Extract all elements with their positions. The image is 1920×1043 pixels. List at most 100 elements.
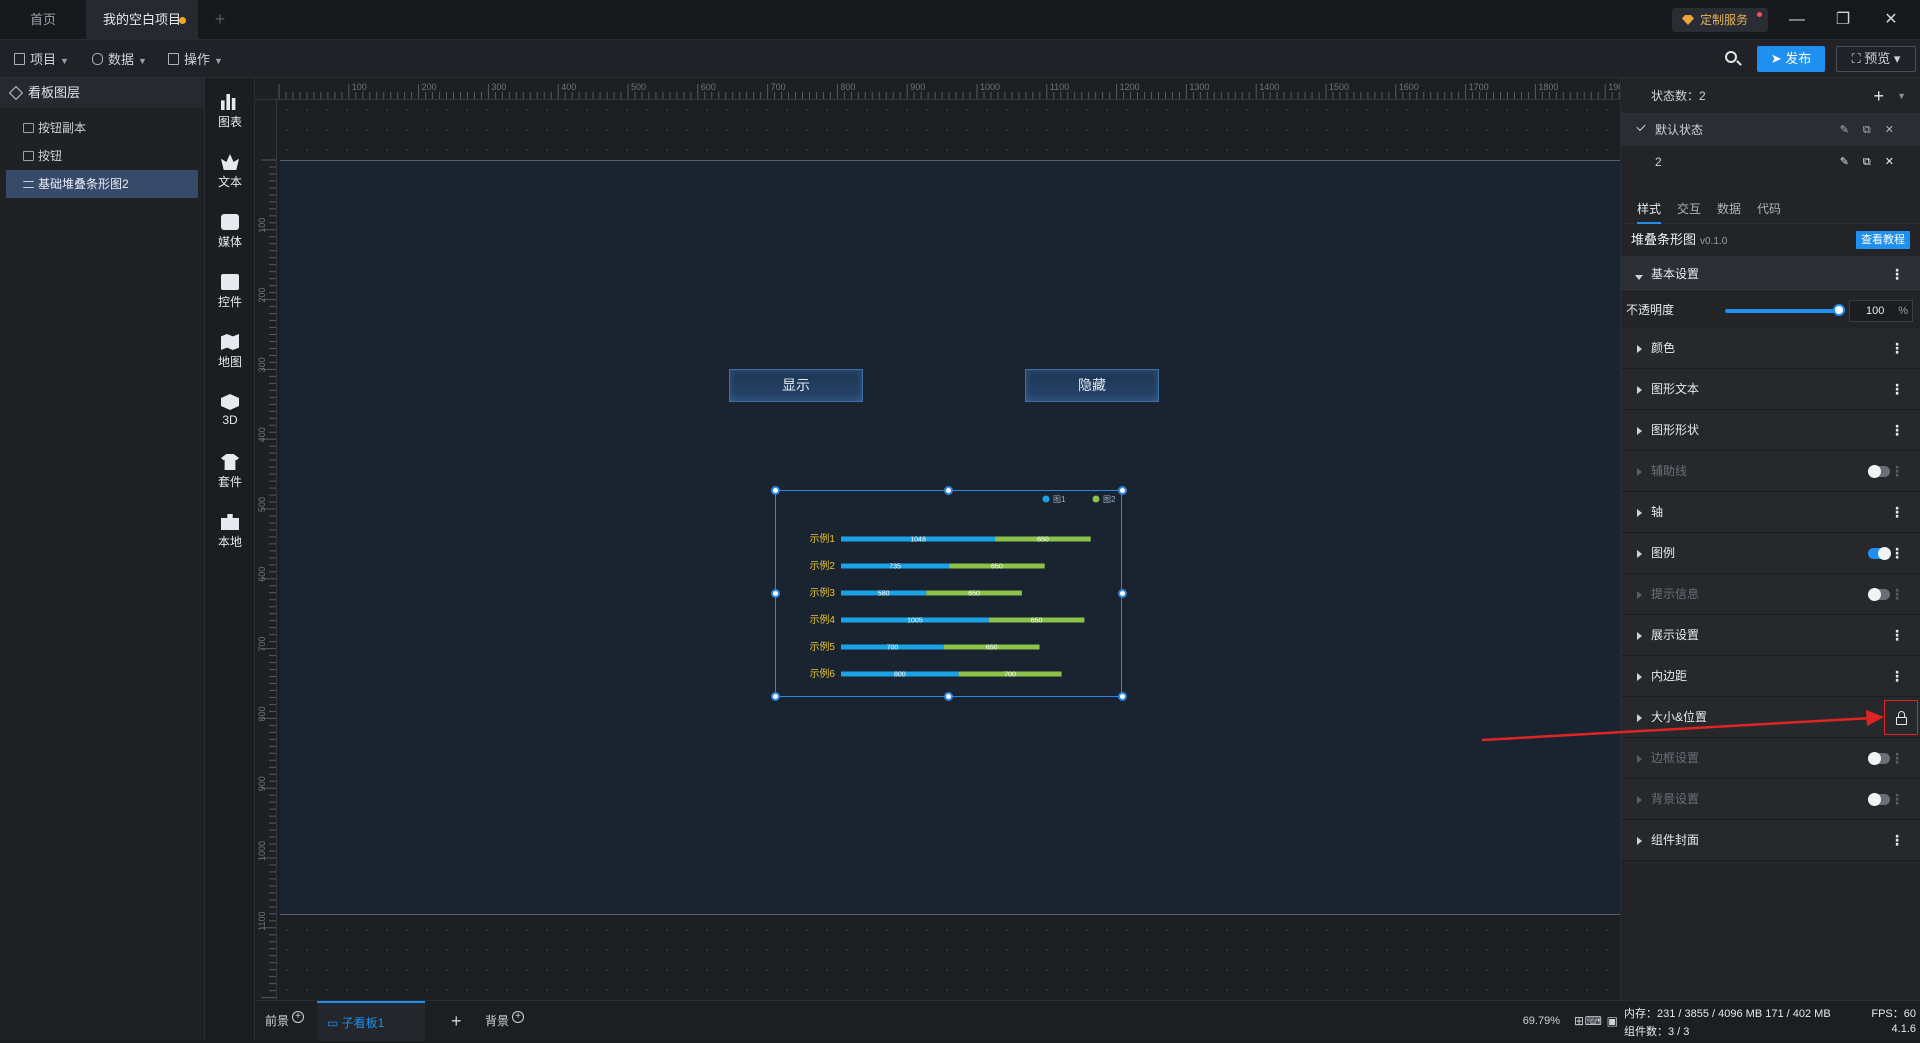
more-icon[interactable]: ⋮ — [1890, 574, 1904, 615]
ruler-tick-label: 600 — [701, 82, 716, 92]
tab-project[interactable]: 我的空白项目 — [86, 0, 198, 40]
tool-text[interactable]: 文本 — [205, 146, 255, 196]
opacity-slider[interactable] — [1725, 309, 1837, 313]
tool-chart[interactable]: 图表 — [205, 86, 255, 136]
tab-data[interactable]: 数据 — [1717, 194, 1741, 224]
bar-value-label: 735 — [889, 564, 901, 571]
bar-value-label: 800 — [894, 672, 906, 679]
more-icon[interactable]: ⋮ — [1890, 256, 1904, 292]
sub-board-tab[interactable]: ▭ 子看板1 — [317, 1001, 425, 1041]
state-row-2[interactable]: 2 ✎⧉✕ — [1621, 146, 1920, 178]
settings-section[interactable]: 背景设置 ⋮ — [1621, 779, 1920, 820]
resize-handle[interactable] — [944, 692, 953, 701]
section-basic-settings[interactable]: 基本设置 ⋮ — [1621, 256, 1920, 292]
settings-section[interactable]: 大小&位置 — [1621, 697, 1920, 738]
tool-media[interactable]: 媒体 — [205, 206, 255, 256]
tool-kit[interactable]: 套件 — [205, 446, 255, 496]
foreground-tab[interactable]: 前景 + — [265, 1001, 305, 1041]
more-icon[interactable]: ⋮ — [1890, 615, 1904, 656]
more-icon[interactable]: ⋮ — [1890, 451, 1904, 492]
settings-section[interactable]: 辅助线 ⋮ — [1621, 451, 1920, 492]
menu-data[interactable]: 数据 ▼ — [92, 49, 147, 71]
keyboard-icon[interactable]: ⌨ — [1585, 1001, 1602, 1041]
tool-3d[interactable]: 3D — [205, 386, 255, 436]
more-icon[interactable]: ⋮ — [1890, 820, 1904, 861]
resize-handle[interactable] — [1118, 589, 1127, 598]
settings-section[interactable]: 图形文本 ⋮ — [1621, 369, 1920, 410]
section-toggle[interactable] — [1868, 793, 1890, 806]
settings-section[interactable]: 组件封面 ⋮ — [1621, 820, 1920, 861]
tab-style[interactable]: 样式 — [1637, 194, 1662, 224]
cube-icon — [221, 394, 239, 410]
ruler-tick-label: 1200 — [1120, 82, 1140, 92]
tool-map[interactable]: 地图 — [205, 326, 255, 376]
add-background-icon[interactable]: + — [512, 1011, 525, 1023]
resize-handle[interactable] — [771, 589, 780, 598]
tool-local[interactable]: 本地 — [205, 506, 255, 556]
more-icon[interactable]: ⋮ — [1890, 492, 1904, 533]
terminal-icon[interactable]: ▣ — [1607, 1001, 1618, 1041]
opacity-slider-handle[interactable] — [1833, 304, 1845, 316]
add-foreground-icon[interactable]: + — [292, 1011, 305, 1023]
resize-handle[interactable] — [1118, 692, 1127, 701]
settings-section[interactable]: 图例 ⋮ — [1621, 533, 1920, 574]
tab-interaction[interactable]: 交互 — [1677, 194, 1701, 224]
close-icon[interactable]: ✕ — [1868, 0, 1914, 40]
minimize-icon[interactable]: — — [1774, 0, 1820, 40]
tab-code[interactable]: 代码 — [1757, 194, 1781, 224]
layer-item[interactable]: 按钮副本 — [0, 114, 204, 142]
settings-section[interactable]: 展示设置 ⋮ — [1621, 615, 1920, 656]
resize-handle[interactable] — [771, 692, 780, 701]
tool-control[interactable]: 控件 — [205, 266, 255, 316]
more-icon[interactable]: ⋮ — [1890, 410, 1904, 451]
lock-icon[interactable] — [1884, 700, 1918, 735]
view-tutorial-button[interactable]: 查看教程 — [1856, 231, 1910, 249]
section-toggle[interactable] — [1868, 465, 1890, 478]
restore-icon[interactable]: ❐ — [1820, 0, 1866, 40]
tab-home[interactable]: 首页 — [8, 0, 78, 40]
more-icon[interactable]: ⋮ — [1890, 779, 1904, 820]
resize-handle[interactable] — [771, 486, 780, 495]
more-icon[interactable]: ⋮ — [1890, 533, 1904, 574]
section-toggle[interactable] — [1868, 588, 1890, 601]
settings-section[interactable]: 边框设置 ⋮ — [1621, 738, 1920, 779]
canvas-show-button[interactable]: 显示 — [729, 369, 863, 402]
settings-section[interactable]: 提示信息 ⋮ — [1621, 574, 1920, 615]
section-toggle[interactable] — [1868, 547, 1891, 560]
stacked-bar-chart[interactable]: 图1 图2 示例1 1048 650 示例2 735 650 示例3 580 650 示例4 1005 6… — [775, 490, 1122, 697]
legend-marker — [1042, 495, 1050, 503]
state-row-default[interactable]: 默认状态 ✎⧉✕ — [1621, 114, 1920, 146]
custom-service-button[interactable]: 定制服务 — [1672, 8, 1768, 32]
add-tab-icon[interactable]: + — [208, 0, 232, 40]
publish-button[interactable]: ➤ 发布 — [1757, 46, 1825, 72]
layer-item-selected[interactable]: 基础堆叠条形图2 — [6, 170, 198, 198]
settings-section[interactable]: 内边距 ⋮ — [1621, 656, 1920, 697]
chevron-down-icon[interactable]: ▼ — [1897, 78, 1906, 114]
menu-operate[interactable]: 操作 ▼ — [168, 49, 223, 71]
app-version: 4.1.6 — [1891, 1023, 1916, 1035]
state-actions[interactable]: ✎⧉✕ — [1840, 114, 1908, 146]
shirt-icon — [221, 454, 239, 470]
opacity-input[interactable]: 100% — [1849, 300, 1913, 322]
state-actions[interactable]: ✎⧉✕ — [1840, 146, 1908, 178]
more-icon[interactable]: ⋮ — [1890, 656, 1904, 697]
more-icon[interactable]: ⋮ — [1890, 328, 1904, 369]
preview-button[interactable]: ⛶ 预览 ▾ — [1836, 46, 1916, 72]
resize-handle[interactable] — [944, 486, 953, 495]
more-icon[interactable]: ⋮ — [1890, 369, 1904, 410]
background-tab[interactable]: 背景 + — [485, 1001, 525, 1041]
layer-item[interactable]: 按钮 — [0, 142, 204, 170]
menu-project[interactable]: 项目 ▼ — [14, 49, 69, 71]
settings-section[interactable]: 颜色 ⋮ — [1621, 328, 1920, 369]
canvas-hide-button[interactable]: 隐藏 — [1025, 369, 1159, 402]
tool-3d-label: 3D — [222, 413, 238, 427]
resize-handle[interactable] — [1118, 486, 1127, 495]
more-icon[interactable]: ⋮ — [1890, 738, 1904, 779]
add-state-icon[interactable]: + — [1873, 78, 1884, 114]
add-board-icon[interactable]: + — [451, 1001, 462, 1041]
settings-section[interactable]: 轴 ⋮ — [1621, 492, 1920, 533]
search-icon[interactable] — [1720, 46, 1746, 72]
fit-screen-icon[interactable]: ⊞ — [1574, 1001, 1584, 1041]
section-toggle[interactable] — [1868, 752, 1890, 765]
settings-section[interactable]: 图形形状 ⋮ — [1621, 410, 1920, 451]
